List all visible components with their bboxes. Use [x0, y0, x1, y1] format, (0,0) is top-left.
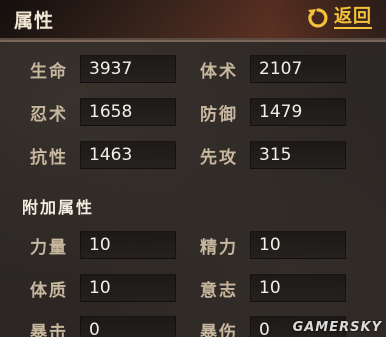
- stat-label: 体术: [200, 61, 238, 82]
- title-bar: 属性 返回: [0, 0, 386, 42]
- stat-label: 忍术: [30, 104, 68, 125]
- stat-label: 暴伤: [200, 322, 238, 337]
- extra-row-crit: 暴击: [30, 315, 84, 337]
- stat-label: 力量: [30, 237, 68, 258]
- extra-row-will: 意志: [200, 273, 254, 303]
- stat-label: 抗性: [30, 147, 68, 168]
- extra-row-strength: 力量: [30, 230, 84, 260]
- back-button[interactable]: 返回: [306, 5, 372, 31]
- stat-value: 3937: [89, 59, 133, 79]
- stat-value: 10: [259, 278, 281, 298]
- stat-value: 2107: [259, 59, 303, 79]
- stat-value-box: 0: [80, 316, 176, 337]
- stat-row-initiative: 先攻: [200, 140, 254, 170]
- stat-value-box: 1658: [80, 98, 176, 126]
- stat-row-resistance: 抗性: [30, 140, 84, 170]
- stat-value: 10: [89, 278, 111, 298]
- watermark: GAMERSKY: [292, 320, 382, 335]
- stat-row-hp: 生命: [30, 54, 84, 84]
- stat-label: 体质: [30, 280, 68, 301]
- stat-label: 防御: [200, 104, 238, 125]
- extra-row-energy: 精力: [200, 230, 254, 260]
- stat-value: 10: [89, 235, 111, 255]
- stat-value: 0: [89, 320, 100, 337]
- extra-row-crit-damage: 暴伤: [200, 315, 254, 337]
- return-arrow-icon: [308, 8, 328, 28]
- stat-value: 1658: [89, 102, 133, 122]
- stat-label: 生命: [30, 61, 68, 82]
- page-title: 属性: [14, 10, 55, 32]
- stat-label: 意志: [200, 280, 238, 301]
- stat-value: 0: [259, 320, 270, 337]
- stat-label: 暴击: [30, 322, 68, 337]
- attributes-panel: 属性 返回 生命 3937 体术 2107 忍术 1658 防御 1479 抗性…: [0, 0, 386, 337]
- extra-row-constitution: 体质: [30, 273, 84, 303]
- stat-row-ninjutsu: 忍术: [30, 97, 84, 127]
- stat-label: 精力: [200, 237, 238, 258]
- stat-value-box: 1479: [250, 98, 346, 126]
- stat-value-box: 3937: [80, 55, 176, 83]
- back-label: 返回: [334, 6, 372, 29]
- stat-label: 先攻: [200, 147, 238, 168]
- stat-value-box: 10: [80, 231, 176, 259]
- stat-value-box: 1463: [80, 141, 176, 169]
- stat-value-box: 10: [80, 274, 176, 302]
- section-title-extra: 附加属性: [22, 198, 95, 217]
- stat-value-box: 315: [250, 141, 346, 169]
- stat-value-box: 10: [250, 231, 346, 259]
- stat-value: 10: [259, 235, 281, 255]
- stat-row-defense: 防御: [200, 97, 254, 127]
- stat-value: 315: [259, 145, 292, 165]
- stat-value-box: 10: [250, 274, 346, 302]
- stat-value: 1463: [89, 145, 133, 165]
- stat-value-box: 2107: [250, 55, 346, 83]
- stat-value: 1479: [259, 102, 303, 122]
- stat-row-taijutsu: 体术: [200, 54, 254, 84]
